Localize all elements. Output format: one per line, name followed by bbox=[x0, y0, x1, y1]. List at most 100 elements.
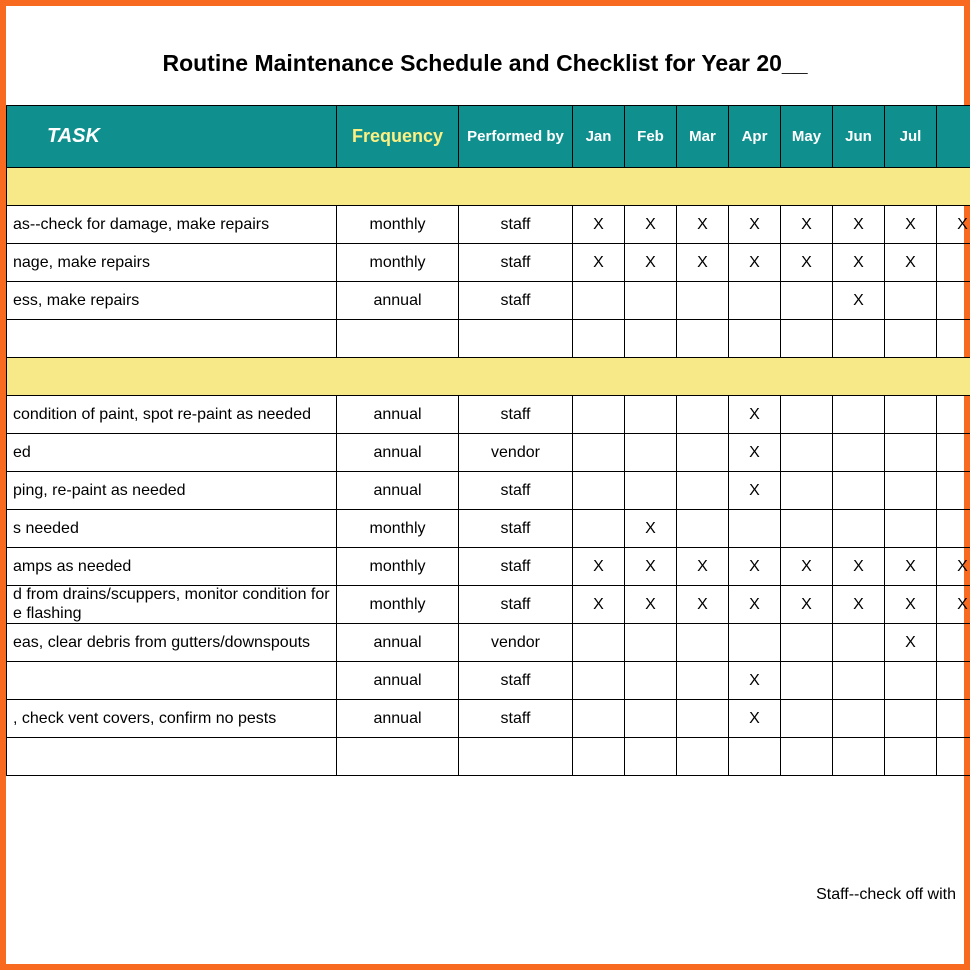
month-cell[interactable] bbox=[677, 282, 729, 320]
month-cell[interactable]: X bbox=[677, 206, 729, 244]
month-cell[interactable] bbox=[625, 396, 677, 434]
month-cell[interactable] bbox=[781, 662, 833, 700]
month-cell[interactable]: X bbox=[677, 548, 729, 586]
month-cell[interactable] bbox=[677, 320, 729, 358]
month-cell[interactable] bbox=[937, 662, 970, 700]
month-cell[interactable] bbox=[833, 662, 885, 700]
month-cell[interactable]: X bbox=[625, 586, 677, 624]
month-cell[interactable]: X bbox=[625, 244, 677, 282]
month-cell[interactable]: X bbox=[937, 548, 970, 586]
month-cell[interactable] bbox=[625, 700, 677, 738]
month-cell[interactable] bbox=[729, 510, 781, 548]
month-cell[interactable]: X bbox=[833, 586, 885, 624]
month-cell[interactable] bbox=[677, 662, 729, 700]
month-cell[interactable] bbox=[781, 320, 833, 358]
month-cell[interactable] bbox=[677, 472, 729, 510]
month-cell[interactable] bbox=[781, 472, 833, 510]
month-cell[interactable] bbox=[833, 472, 885, 510]
month-cell[interactable] bbox=[729, 624, 781, 662]
month-cell[interactable] bbox=[885, 738, 937, 776]
month-cell[interactable]: X bbox=[833, 206, 885, 244]
month-cell[interactable] bbox=[573, 662, 625, 700]
month-cell[interactable] bbox=[885, 700, 937, 738]
month-cell[interactable] bbox=[885, 320, 937, 358]
month-cell[interactable] bbox=[625, 738, 677, 776]
month-cell[interactable]: X bbox=[885, 548, 937, 586]
month-cell[interactable]: X bbox=[677, 586, 729, 624]
month-cell[interactable]: X bbox=[729, 396, 781, 434]
month-cell[interactable] bbox=[677, 434, 729, 472]
month-cell[interactable]: X bbox=[573, 548, 625, 586]
month-cell[interactable]: X bbox=[729, 244, 781, 282]
month-cell[interactable] bbox=[625, 282, 677, 320]
month-cell[interactable]: X bbox=[677, 244, 729, 282]
month-cell[interactable]: X bbox=[729, 700, 781, 738]
month-cell[interactable]: X bbox=[781, 244, 833, 282]
month-cell[interactable] bbox=[625, 472, 677, 510]
month-cell[interactable]: X bbox=[573, 586, 625, 624]
month-cell[interactable] bbox=[729, 282, 781, 320]
month-cell[interactable] bbox=[677, 738, 729, 776]
month-cell[interactable] bbox=[625, 320, 677, 358]
month-cell[interactable]: X bbox=[885, 586, 937, 624]
month-cell[interactable] bbox=[573, 282, 625, 320]
month-cell[interactable] bbox=[573, 738, 625, 776]
month-cell[interactable] bbox=[885, 662, 937, 700]
month-cell[interactable] bbox=[937, 510, 970, 548]
month-cell[interactable] bbox=[937, 738, 970, 776]
month-cell[interactable] bbox=[833, 434, 885, 472]
month-cell[interactable] bbox=[781, 510, 833, 548]
month-cell[interactable]: X bbox=[833, 244, 885, 282]
month-cell[interactable]: X bbox=[625, 206, 677, 244]
month-cell[interactable] bbox=[677, 624, 729, 662]
month-cell[interactable] bbox=[833, 320, 885, 358]
month-cell[interactable] bbox=[833, 738, 885, 776]
month-cell[interactable] bbox=[625, 662, 677, 700]
month-cell[interactable]: X bbox=[573, 206, 625, 244]
month-cell[interactable] bbox=[781, 396, 833, 434]
month-cell[interactable]: X bbox=[781, 206, 833, 244]
month-cell[interactable]: X bbox=[729, 586, 781, 624]
month-cell[interactable] bbox=[677, 510, 729, 548]
month-cell[interactable] bbox=[729, 738, 781, 776]
month-cell[interactable]: X bbox=[729, 548, 781, 586]
month-cell[interactable] bbox=[937, 472, 970, 510]
month-cell[interactable] bbox=[573, 434, 625, 472]
month-cell[interactable]: X bbox=[729, 434, 781, 472]
month-cell[interactable]: X bbox=[885, 624, 937, 662]
month-cell[interactable] bbox=[729, 320, 781, 358]
month-cell[interactable] bbox=[833, 396, 885, 434]
month-cell[interactable]: X bbox=[625, 510, 677, 548]
month-cell[interactable] bbox=[781, 700, 833, 738]
month-cell[interactable]: X bbox=[937, 206, 970, 244]
month-cell[interactable] bbox=[937, 396, 970, 434]
month-cell[interactable]: X bbox=[833, 548, 885, 586]
month-cell[interactable]: X bbox=[729, 662, 781, 700]
month-cell[interactable] bbox=[573, 510, 625, 548]
month-cell[interactable]: X bbox=[729, 206, 781, 244]
month-cell[interactable] bbox=[573, 320, 625, 358]
month-cell[interactable]: X bbox=[625, 548, 677, 586]
month-cell[interactable] bbox=[781, 624, 833, 662]
month-cell[interactable] bbox=[625, 624, 677, 662]
month-cell[interactable] bbox=[937, 624, 970, 662]
month-cell[interactable]: X bbox=[573, 244, 625, 282]
month-cell[interactable] bbox=[833, 510, 885, 548]
month-cell[interactable]: X bbox=[937, 586, 970, 624]
month-cell[interactable] bbox=[885, 472, 937, 510]
month-cell[interactable] bbox=[937, 434, 970, 472]
month-cell[interactable]: X bbox=[781, 586, 833, 624]
month-cell[interactable] bbox=[833, 624, 885, 662]
month-cell[interactable] bbox=[573, 624, 625, 662]
month-cell[interactable] bbox=[885, 434, 937, 472]
month-cell[interactable] bbox=[937, 282, 970, 320]
month-cell[interactable] bbox=[677, 700, 729, 738]
month-cell[interactable] bbox=[781, 738, 833, 776]
month-cell[interactable] bbox=[885, 396, 937, 434]
month-cell[interactable]: X bbox=[729, 472, 781, 510]
month-cell[interactable] bbox=[937, 320, 970, 358]
month-cell[interactable] bbox=[885, 510, 937, 548]
month-cell[interactable] bbox=[885, 282, 937, 320]
month-cell[interactable] bbox=[573, 472, 625, 510]
month-cell[interactable] bbox=[625, 434, 677, 472]
